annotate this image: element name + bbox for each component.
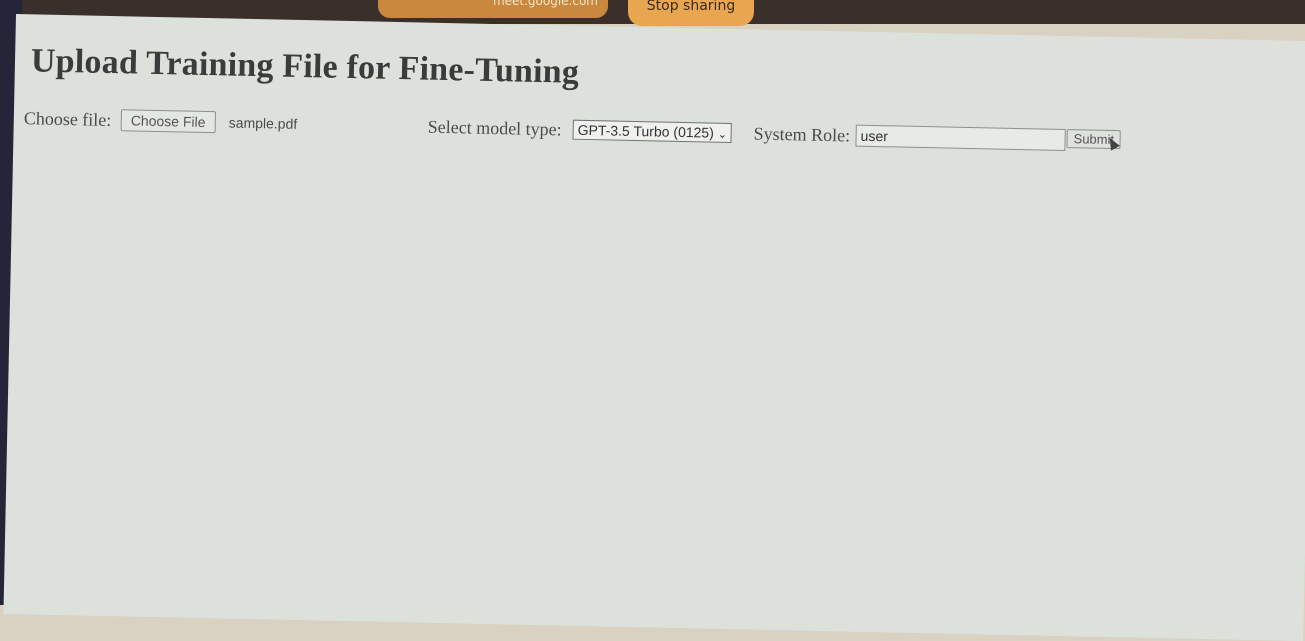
choose-file-button[interactable]: Choose File	[120, 109, 216, 134]
page-title: Upload Training File for Fine-Tuning	[30, 42, 580, 91]
upload-form: Choose file: Choose File sample.pdf Sele…	[23, 108, 1223, 163]
model-select-value: GPT-3.5 Turbo (0125)	[577, 121, 715, 141]
model-type-select[interactable]: GPT-3.5 Turbo (0125) ⌄	[572, 119, 733, 144]
system-role-label: System Role:	[753, 123, 851, 146]
stop-sharing-button[interactable]: Stop sharing	[628, 0, 754, 26]
system-role-input[interactable]: user	[855, 124, 1066, 152]
file-label: Choose file:	[23, 108, 112, 131]
model-type-label: Select model type:	[427, 116, 562, 140]
web-page: Upload Training File for Fine-Tuning Cho…	[3, 14, 1305, 641]
chevron-down-icon: ⌄	[717, 128, 728, 141]
selected-file-name: sample.pdf	[228, 114, 298, 132]
shared-url-pill: meet.google.com	[378, 0, 608, 18]
